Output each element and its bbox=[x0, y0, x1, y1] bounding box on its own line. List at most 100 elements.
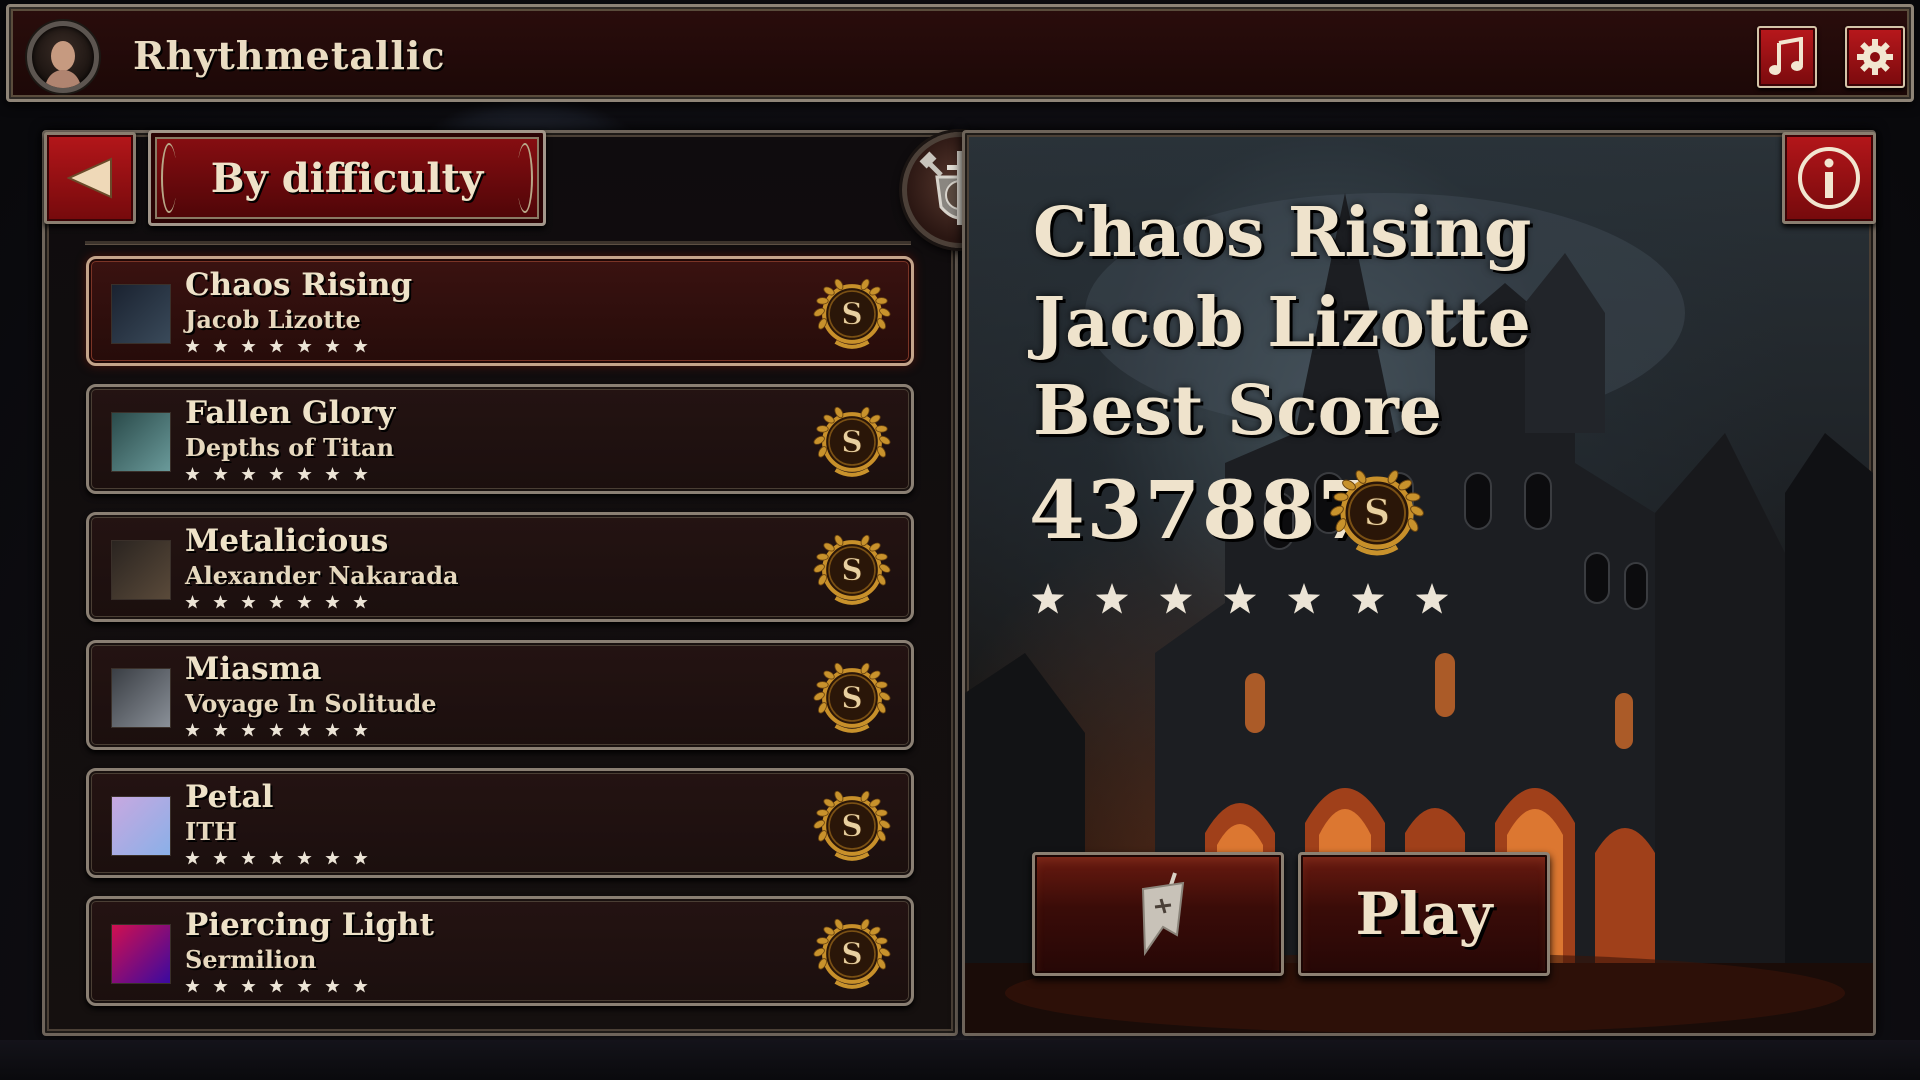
rank-s-badge-icon: S bbox=[811, 657, 893, 739]
star-icon bbox=[185, 339, 200, 353]
top-bar: Rhythmetallic bbox=[6, 4, 1914, 102]
song-title: Chaos Rising bbox=[185, 267, 413, 303]
album-thumbnail bbox=[111, 668, 171, 728]
star-icon bbox=[213, 723, 228, 737]
star-icon bbox=[213, 851, 228, 865]
song-difficulty-stars bbox=[185, 979, 368, 994]
star-icon bbox=[297, 339, 312, 353]
svg-text:S: S bbox=[841, 680, 862, 715]
star-icon bbox=[1415, 583, 1449, 614]
star-icon bbox=[353, 723, 368, 737]
star-icon bbox=[213, 467, 228, 481]
star-icon bbox=[1287, 583, 1321, 614]
star-icon bbox=[269, 595, 284, 609]
star-icon bbox=[1159, 583, 1193, 614]
floor bbox=[0, 1040, 1920, 1080]
play-button[interactable]: Play bbox=[1298, 852, 1550, 976]
star-icon bbox=[1223, 583, 1257, 614]
sort-filter-button[interactable]: By difficulty bbox=[148, 130, 546, 226]
user-silhouette-icon bbox=[44, 41, 82, 88]
song-artist: Voyage In Solitude bbox=[185, 689, 437, 718]
triangle-left-icon bbox=[67, 157, 112, 199]
star-icon bbox=[269, 723, 284, 737]
song-artist: ITH bbox=[185, 817, 237, 846]
rank-s-badge-icon: S bbox=[811, 401, 893, 483]
back-button[interactable] bbox=[44, 132, 136, 224]
player-avatar[interactable] bbox=[27, 21, 99, 93]
star-icon bbox=[297, 979, 312, 993]
album-thumbnail bbox=[111, 924, 171, 984]
app-title: Rhythmetallic bbox=[133, 33, 446, 78]
star-icon bbox=[269, 851, 284, 865]
difficulty-stars bbox=[1031, 583, 1449, 617]
svg-text:S: S bbox=[841, 936, 862, 971]
svg-text:S: S bbox=[841, 808, 862, 843]
song-row[interactable]: Fallen Glory Depths of Titan S bbox=[86, 384, 914, 494]
star-icon bbox=[185, 723, 200, 737]
star-icon bbox=[325, 595, 340, 609]
song-difficulty-stars bbox=[185, 595, 368, 610]
star-icon bbox=[325, 851, 340, 865]
song-artist: Jacob Lizotte bbox=[185, 305, 361, 334]
star-icon bbox=[185, 851, 200, 865]
song-artist: Depths of Titan bbox=[185, 433, 395, 462]
song-row[interactable]: Metalicious Alexander Nakarada S bbox=[86, 512, 914, 622]
star-icon bbox=[353, 979, 368, 993]
star-icon bbox=[353, 851, 368, 865]
star-icon bbox=[213, 339, 228, 353]
song-difficulty-stars bbox=[185, 851, 368, 866]
music-note-icon bbox=[1769, 37, 1803, 75]
star-icon bbox=[297, 723, 312, 737]
music-button[interactable] bbox=[1757, 26, 1817, 88]
info-button[interactable] bbox=[1782, 132, 1876, 224]
song-row[interactable]: Miasma Voyage In Solitude S bbox=[86, 640, 914, 750]
star-icon bbox=[353, 595, 368, 609]
star-icon bbox=[185, 467, 200, 481]
banner-button[interactable] bbox=[1032, 852, 1284, 976]
star-icon bbox=[269, 467, 284, 481]
star-icon bbox=[241, 595, 256, 609]
rank-s-badge-icon: S bbox=[1327, 463, 1427, 567]
settings-button[interactable] bbox=[1845, 26, 1905, 88]
detail-rank-badge: S bbox=[1327, 463, 1427, 563]
game-screen: Rhythmetallic By difficulty Chaos Rising… bbox=[0, 0, 1920, 1080]
song-title: Petal bbox=[185, 779, 274, 815]
star-icon bbox=[325, 467, 340, 481]
star-icon bbox=[241, 851, 256, 865]
album-thumbnail bbox=[111, 540, 171, 600]
svg-text:S: S bbox=[841, 552, 862, 587]
star-icon bbox=[297, 851, 312, 865]
star-icon bbox=[1095, 583, 1129, 614]
song-row[interactable]: Chaos Rising Jacob Lizotte S bbox=[86, 256, 914, 366]
star-icon bbox=[353, 467, 368, 481]
star-icon bbox=[269, 979, 284, 993]
star-icon bbox=[185, 595, 200, 609]
rank-s-badge-icon: S bbox=[811, 785, 893, 867]
song-title: Miasma bbox=[185, 651, 322, 687]
album-thumbnail bbox=[111, 284, 171, 344]
song-title: Metalicious bbox=[185, 523, 389, 559]
star-icon bbox=[213, 595, 228, 609]
star-icon bbox=[213, 979, 228, 993]
album-thumbnail bbox=[111, 796, 171, 856]
star-icon bbox=[241, 979, 256, 993]
detail-song-title: Chaos Rising bbox=[1033, 193, 1532, 273]
star-icon bbox=[325, 339, 340, 353]
info-icon bbox=[1798, 147, 1860, 209]
song-artist: Sermilion bbox=[185, 945, 317, 974]
star-icon bbox=[269, 339, 284, 353]
svg-text:S: S bbox=[1364, 492, 1390, 534]
song-row[interactable]: Piercing Light Sermilion S bbox=[86, 896, 914, 1006]
best-score-value: 437887 bbox=[1029, 463, 1375, 557]
panel-divider bbox=[85, 241, 911, 245]
star-icon bbox=[241, 467, 256, 481]
song-difficulty-stars bbox=[185, 339, 368, 354]
star-icon bbox=[353, 339, 368, 353]
star-icon bbox=[325, 723, 340, 737]
rank-s-badge-icon: S bbox=[811, 913, 893, 995]
star-icon bbox=[1351, 583, 1385, 614]
song-title: Fallen Glory bbox=[185, 395, 396, 431]
song-row[interactable]: Petal ITH S bbox=[86, 768, 914, 878]
song-difficulty-stars bbox=[185, 723, 368, 738]
star-icon bbox=[297, 467, 312, 481]
